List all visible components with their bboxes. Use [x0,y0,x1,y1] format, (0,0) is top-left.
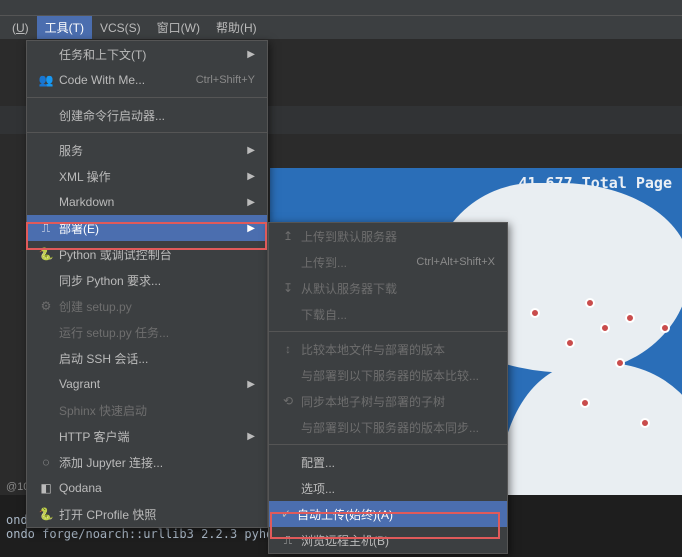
check-icon: ✓ [279,507,293,521]
menu-item-markdown[interactable]: Markdown ▶ [27,189,267,215]
menu-item-options[interactable]: 选项... [269,475,507,501]
menu-item-sync-local: ⟲ 同步本地子树与部署的子树 [269,388,507,414]
menu-item-compare-deployed: 与部署到以下服务器的版本比较... [269,362,507,388]
menu-item-browse-remote[interactable]: ⎍ 浏览远程主机(B) [269,527,507,553]
menu-item-python-console[interactable]: 🐍 Python 或调试控制台 [27,241,267,267]
separator [269,331,507,332]
menu-item-sphinx: Sphinx 快速启动 [27,397,267,423]
menu-item-upload-to: 上传到... Ctrl+Alt+Shift+X [269,249,507,275]
deploy-submenu: ↥ 上传到默认服务器 上传到... Ctrl+Alt+Shift+X ↧ 从默认… [268,222,508,554]
menu-item-download-from: 下载自... [269,301,507,327]
remote-host-icon: ⎍ [279,533,297,548]
chevron-right-icon: ▶ [247,379,255,390]
menu-item-auto-upload[interactable]: ✓ 自动上传(始终)(A) [269,501,507,527]
deploy-icon: ⎍ [37,221,55,236]
separator [27,132,267,133]
python-icon: 🐍 [37,247,55,261]
upload-icon: ↥ [279,229,297,243]
menu-item-services[interactable]: 服务 ▶ [27,137,267,163]
menu-item-http-client[interactable]: HTTP 客户端 ▶ [27,423,267,449]
menu-item-start-ssh[interactable]: 启动 SSH 会话... [27,345,267,371]
python-icon: 🐍 [37,507,55,521]
tools-menu: 任务和上下文(T) ▶ 👥 Code With Me... Ctrl+Shift… [26,40,268,528]
menu-item-add-jupyter[interactable]: ◌ 添加 Jupyter 连接... [27,449,267,475]
menu-item-run-setup-py: 运行 setup.py 任务... [27,319,267,345]
chevron-right-icon: ▶ [247,145,255,156]
menubar-item-vcs[interactable]: VCS(S) [92,18,149,38]
chevron-right-icon: ▶ [247,223,255,234]
separator [269,444,507,445]
chevron-right-icon: ▶ [247,49,255,60]
menu-item-code-with-me[interactable]: 👥 Code With Me... Ctrl+Shift+Y [27,67,267,93]
menu-item-upload-default: ↥ 上传到默认服务器 [269,223,507,249]
menu-item-open-cprofile[interactable]: 🐍 打开 CProfile 快照 [27,501,267,527]
menu-item-qodana[interactable]: ◧ Qodana [27,475,267,501]
menu-item-tasks-contexts[interactable]: 任务和上下文(T) ▶ [27,41,267,67]
menubar-item-u[interactable]: (U) [4,18,37,38]
download-icon: ↧ [279,281,297,295]
menubar-item-window[interactable]: 窗口(W) [149,16,208,39]
chevron-right-icon: ▶ [247,197,255,208]
people-icon: 👥 [37,73,55,87]
gear-icon: ⚙ [37,299,55,313]
menubar-item-help[interactable]: 帮助(H) [208,16,265,39]
menu-item-create-cmd-launcher[interactable]: 创建命令行启动器... [27,102,267,128]
menu-item-xml-actions[interactable]: XML 操作 ▶ [27,163,267,189]
menu-item-configuration[interactable]: 配置... [269,449,507,475]
sync-icon: ⟲ [279,394,297,408]
menu-item-compare-local: ↕ 比较本地文件与部署的版本 [269,336,507,362]
menu-item-vagrant[interactable]: Vagrant ▶ [27,371,267,397]
menu-item-create-setup-py: ⚙ 创建 setup.py [27,293,267,319]
shortcut-label: Ctrl+Alt+Shift+X [416,256,495,268]
shortcut-label: Ctrl+Shift+Y [196,74,255,86]
chevron-right-icon: ▶ [247,431,255,442]
separator [27,97,267,98]
menu-item-deploy[interactable]: ⎍ 部署(E) ▶ [27,215,267,241]
menubar: (U) 工具(T) VCS(S) 窗口(W) 帮助(H) [0,16,682,40]
menu-item-download-default: ↧ 从默认服务器下载 [269,275,507,301]
jupyter-icon: ◌ [37,455,55,469]
menubar-item-tools[interactable]: 工具(T) [37,16,92,39]
compare-icon: ↕ [279,342,297,356]
chevron-right-icon: ▶ [247,171,255,182]
menu-item-sync-python-req[interactable]: 同步 Python 要求... [27,267,267,293]
qodana-icon: ◧ [37,481,55,495]
menu-item-sync-deployed: 与部署到以下服务器的版本同步... [269,414,507,440]
